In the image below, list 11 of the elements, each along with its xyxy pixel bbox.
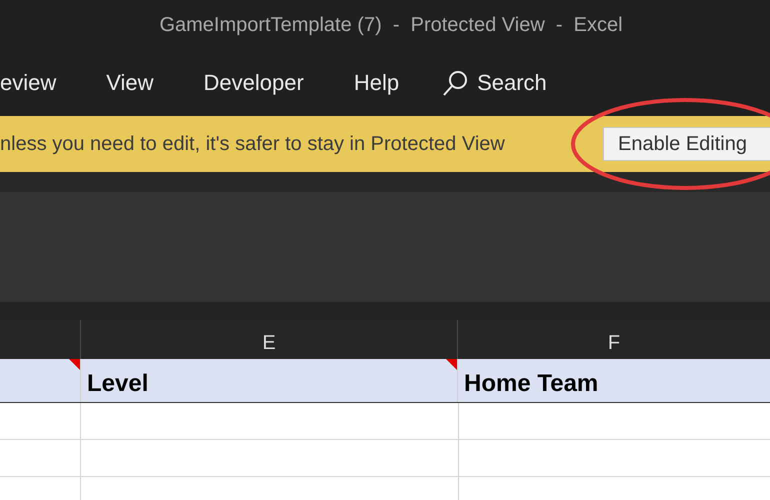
search-label[interactable]: Search [477,70,547,96]
enable-editing-button[interactable]: Enable Editing [603,127,770,161]
message-text: nless you need to edit, it's safer to stay in Protected View [0,132,506,156]
header-cell[interactable]: Home Team [457,359,770,402]
ribbon-tab[interactable]: Help [354,70,400,96]
header-cell[interactable]: Level [80,359,457,402]
ribbon-tab[interactable]: Developer [204,70,304,96]
ribbon-tab[interactable]: eview [0,70,56,96]
search-icon[interactable] [441,69,470,97]
ribbon-tab[interactable]: View [106,70,154,96]
window-title: GameImportTemplate (7) - Protected View - Excel [158,14,623,36]
